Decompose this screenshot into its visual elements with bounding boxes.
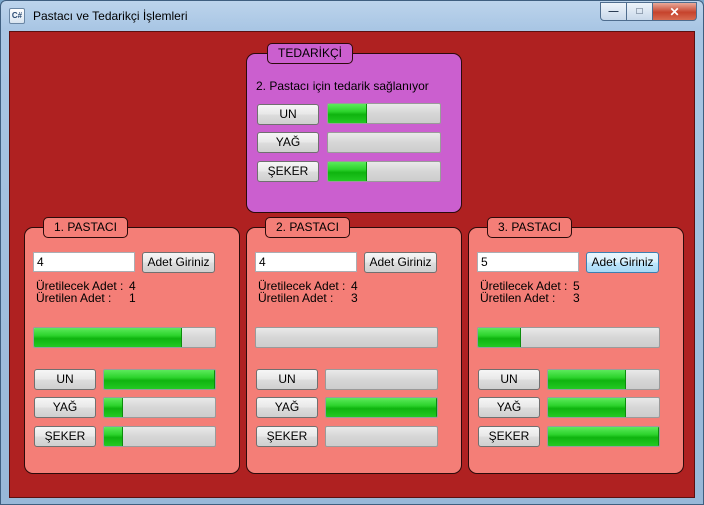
progress-fill bbox=[548, 398, 626, 417]
progress-fill bbox=[104, 398, 123, 417]
baker-2-yag-progress bbox=[325, 397, 438, 418]
baker-2-legend: 2. PASTACI bbox=[265, 217, 350, 238]
supplier-seker-button[interactable]: ŞEKER bbox=[257, 161, 319, 182]
produced-label: Üretilen Adet : bbox=[258, 291, 334, 305]
supplier-legend: TEDARİKÇİ bbox=[267, 43, 354, 64]
baker-1-yag-button[interactable]: YAĞ bbox=[34, 397, 96, 418]
baker-3-yag-button[interactable]: YAĞ bbox=[478, 397, 540, 418]
baker-1-main-progress bbox=[33, 327, 216, 348]
baker-3-un-button[interactable]: UN bbox=[478, 369, 540, 390]
baker-3-enter-quantity-button[interactable]: Adet Giriniz bbox=[586, 252, 659, 273]
baker-2-seker-progress bbox=[325, 426, 438, 447]
baker-3-un-progress bbox=[547, 369, 660, 390]
baker-1-seker-button[interactable]: ŞEKER bbox=[34, 426, 96, 447]
baker-2-enter-quantity-button[interactable]: Adet Giriniz bbox=[364, 252, 437, 273]
baker-3-yag-progress bbox=[547, 397, 660, 418]
baker-1-enter-quantity-button[interactable]: Adet Giriniz bbox=[142, 252, 215, 273]
progress-fill bbox=[328, 104, 368, 123]
baker-1-yag-progress bbox=[103, 397, 216, 418]
baker-3-counts: Üretilecek Adet :5 Üretilen Adet :3 bbox=[480, 280, 580, 304]
progress-fill bbox=[326, 398, 437, 417]
progress-fill bbox=[104, 427, 123, 446]
app-icon: C# bbox=[9, 8, 25, 24]
baker-2-seker-button[interactable]: ŞEKER bbox=[256, 426, 318, 447]
baker-1-quantity-input[interactable] bbox=[33, 252, 135, 272]
baker-3-quantity-input[interactable] bbox=[477, 252, 579, 272]
supplier-group: TEDARİKÇİ 2. Pastacı için tedarik sağlan… bbox=[246, 43, 462, 213]
window-title: Pastacı ve Tedarikçi İşlemleri bbox=[33, 9, 188, 23]
baker-1-seker-progress bbox=[103, 426, 216, 447]
baker-2-main-progress bbox=[255, 327, 438, 348]
baker-3-main-progress bbox=[477, 327, 660, 348]
supplier-un-progress bbox=[327, 103, 441, 124]
baker-2-yag-button[interactable]: YAĞ bbox=[256, 397, 318, 418]
supplier-status: 2. Pastacı için tedarik sağlanıyor bbox=[256, 79, 429, 93]
baker-2-un-progress bbox=[325, 369, 438, 390]
minimize-button[interactable]: — bbox=[600, 2, 627, 21]
progress-fill bbox=[548, 370, 626, 389]
baker-1-counts: Üretilecek Adet :4 Üretilen Adet :1 bbox=[36, 280, 136, 304]
produced-value: 3 bbox=[573, 291, 580, 305]
title-bar[interactable]: C# Pastacı ve Tedarikçi İşlemleri — □ ✕ bbox=[1, 1, 703, 31]
produced-value: 3 bbox=[351, 291, 358, 305]
progress-fill bbox=[328, 162, 368, 181]
baker-1-group: 1. PASTACI Adet Giriniz Üretilecek Adet … bbox=[24, 217, 240, 474]
close-button[interactable]: ✕ bbox=[653, 2, 697, 21]
supplier-seker-progress bbox=[327, 161, 441, 182]
progress-fill bbox=[548, 427, 659, 446]
baker-3-legend: 3. PASTACI bbox=[487, 217, 572, 238]
produced-label: Üretilen Adet : bbox=[36, 291, 112, 305]
supplier-un-button[interactable]: UN bbox=[257, 104, 319, 125]
produced-value: 1 bbox=[129, 291, 136, 305]
baker-3-seker-button[interactable]: ŞEKER bbox=[478, 426, 540, 447]
maximize-button[interactable]: □ bbox=[627, 2, 653, 21]
progress-fill bbox=[34, 328, 183, 347]
app-window: C# Pastacı ve Tedarikçi İşlemleri — □ ✕ … bbox=[0, 0, 704, 505]
baker-2-group: 2. PASTACI Adet Giriniz Üretilecek Adet … bbox=[246, 217, 462, 474]
supplier-yag-progress bbox=[327, 132, 441, 153]
caption-buttons: — □ ✕ bbox=[600, 2, 697, 21]
baker-3-group: 3. PASTACI Adet Giriniz Üretilecek Adet … bbox=[468, 217, 684, 474]
produced-label: Üretilen Adet : bbox=[480, 291, 556, 305]
baker-1-legend: 1. PASTACI bbox=[43, 217, 128, 238]
baker-2-un-button[interactable]: UN bbox=[256, 369, 318, 390]
progress-fill bbox=[478, 328, 522, 347]
baker-2-quantity-input[interactable] bbox=[255, 252, 357, 272]
baker-3-seker-progress bbox=[547, 426, 660, 447]
progress-fill bbox=[104, 370, 215, 389]
baker-2-counts: Üretilecek Adet :4 Üretilen Adet :3 bbox=[258, 280, 358, 304]
baker-1-un-progress bbox=[103, 369, 216, 390]
baker-1-un-button[interactable]: UN bbox=[34, 369, 96, 390]
client-area: TEDARİKÇİ 2. Pastacı için tedarik sağlan… bbox=[9, 31, 695, 498]
supplier-yag-button[interactable]: YAĞ bbox=[257, 132, 319, 153]
